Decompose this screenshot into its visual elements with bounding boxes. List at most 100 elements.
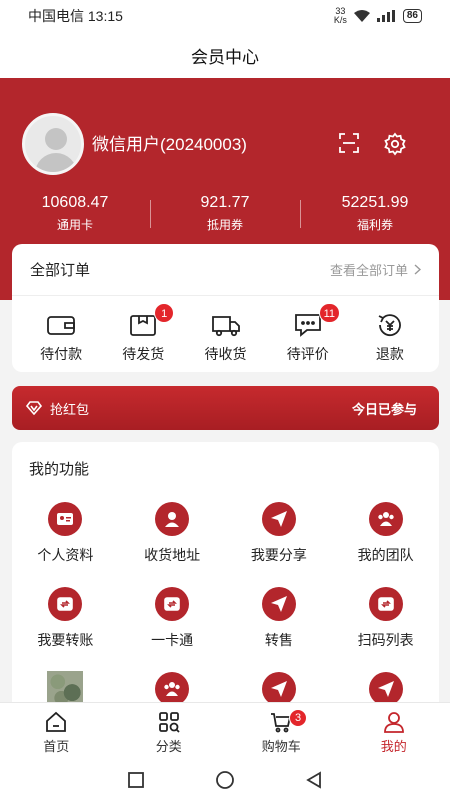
red-packet-label: 抢红包 [50, 401, 90, 417]
user-icon [383, 712, 404, 733]
tab-cart[interactable]: 3 购物车 [225, 703, 338, 760]
battery-icon: 86 [402, 9, 422, 23]
my-functions-card: 我的功能 个人资料 收货地址 我要分享 我的团队 我要转账 一卡通 转售 扫码列… [12, 442, 439, 712]
back-icon[interactable] [305, 771, 323, 789]
page-header: 会员中心 [0, 32, 450, 78]
order-pending-shipment[interactable]: 1 待发货 [102, 303, 184, 364]
function-label: 个人资料 [37, 547, 94, 563]
function-address[interactable]: 收货地址 [119, 502, 226, 565]
chevron-right-icon [414, 264, 421, 275]
scan-icon[interactable] [338, 132, 360, 154]
scan-list-icon [368, 587, 403, 621]
red-packet-status: 今日已参与 [351, 401, 417, 417]
view-all-label: 查看全部订单 [329, 263, 408, 278]
card-icon [155, 587, 190, 621]
function-label: 我的团队 [357, 547, 414, 563]
orders-title: 全部订单 [30, 262, 91, 279]
username: 微信用户(20240003) [92, 135, 247, 154]
view-all-orders-link[interactable]: 查看全部订单 [330, 260, 421, 279]
share-icon [368, 672, 403, 706]
tab-mine[interactable]: 我的 [338, 703, 450, 760]
wifi-icon [353, 10, 370, 22]
function-profile[interactable]: 个人资料 [12, 502, 119, 565]
function-label: 我要转账 [37, 632, 94, 648]
net-speed-unit: K/s [333, 15, 347, 25]
balance-label: 福利券 [356, 218, 393, 232]
function-team[interactable]: 我的团队 [332, 502, 439, 565]
recent-apps-icon[interactable] [127, 771, 145, 789]
diamond-icon [26, 401, 42, 415]
function-resell[interactable]: 转售 [226, 587, 333, 650]
balance-value: 921.77 [200, 194, 250, 211]
system-nav-bar [0, 760, 450, 800]
balance-label: 抵用券 [206, 218, 243, 232]
net-speed: 33 K/s [334, 7, 347, 25]
page-title: 会员中心 [191, 47, 259, 67]
transfer-icon [48, 587, 83, 621]
team-icon [155, 672, 190, 706]
order-pending-receipt[interactable]: 待收货 [184, 312, 266, 364]
function-label: 扫码列表 [357, 632, 414, 648]
carrier: 中国电信 [28, 8, 84, 24]
balance-value: 10608.47 [41, 194, 109, 211]
functions-title: 我的功能 [29, 461, 90, 478]
order-refund[interactable]: 退款 [349, 312, 431, 364]
order-status-label: 待发货 [122, 346, 165, 362]
function-label: 转售 [264, 632, 293, 648]
share-icon [261, 502, 296, 536]
function-label: 收货地址 [144, 547, 201, 563]
order-status-label: 待付款 [40, 346, 83, 362]
order-pending-payment[interactable]: 待付款 [20, 312, 102, 364]
function-label: 一卡通 [151, 632, 194, 648]
balance-label: 通用卡 [56, 218, 93, 232]
resell-icon [261, 587, 296, 621]
home-circle-icon[interactable] [215, 770, 235, 790]
pending-review-badge: 11 [318, 303, 341, 323]
function-scan-list[interactable]: 扫码列表 [332, 587, 439, 650]
balance-welfare-coupon[interactable]: 52251.99 福利券 [300, 194, 450, 233]
gear-icon[interactable] [383, 132, 407, 156]
balance-voucher[interactable]: 921.77 抵用券 [150, 194, 300, 233]
comment-icon [294, 314, 321, 337]
function-share[interactable]: 我要分享 [226, 502, 333, 565]
balance-value: 52251.99 [341, 194, 409, 211]
home-icon [46, 711, 67, 732]
signal-icon [376, 10, 395, 22]
address-icon [155, 502, 190, 536]
red-packet-banner[interactable]: 抢红包 今日已参与 [12, 386, 439, 430]
category-icon [158, 712, 180, 733]
clock: 13:15 [87, 8, 123, 24]
function-transfer[interactable]: 我要转账 [12, 587, 119, 650]
profile-card-icon [48, 502, 83, 536]
cart-badge: 3 [289, 709, 307, 727]
status-left: 中国电信 13:15 [28, 6, 123, 26]
function-label: 我要分享 [250, 547, 307, 563]
balance-general-card[interactable]: 10608.47 通用卡 [0, 194, 150, 233]
tab-label: 分类 [155, 739, 182, 754]
avatar[interactable] [22, 113, 84, 175]
wallet-icon [47, 316, 75, 335]
team-icon [368, 502, 403, 536]
tab-label: 我的 [380, 739, 407, 754]
bottom-tab-bar: 首页 分类 3 购物车 我的 [0, 702, 450, 760]
refund-icon [378, 314, 401, 337]
orders-card: 全部订单 查看全部订单 待付款 1 待发货 待收货 11 待评价 退款 [12, 244, 439, 372]
status-right: 33 K/s 86 [334, 7, 422, 25]
tab-label: 购物车 [261, 739, 301, 754]
avatar-head-shape [45, 128, 67, 150]
tab-label: 首页 [43, 739, 70, 754]
tab-category[interactable]: 分类 [113, 703, 226, 760]
functions-grid: 个人资料 收货地址 我要分享 我的团队 我要转账 一卡通 转售 扫码列表 [12, 502, 439, 707]
truck-icon [211, 316, 240, 337]
order-pending-review[interactable]: 11 待评价 [267, 303, 349, 364]
order-status-label: 待收货 [204, 346, 247, 362]
pending-shipment-badge: 1 [154, 303, 175, 323]
order-status-label: 退款 [375, 346, 404, 362]
order-status-row: 待付款 1 待发货 待收货 11 待评价 退款 [12, 296, 439, 364]
function-one-card[interactable]: 一卡通 [119, 587, 226, 650]
orders-header: 全部订单 查看全部订单 [12, 244, 439, 296]
red-packet-left: 抢红包 [26, 399, 89, 418]
avatar-body-shape [35, 153, 77, 172]
status-bar: 中国电信 13:15 33 K/s 86 [0, 0, 450, 32]
tab-home[interactable]: 首页 [0, 703, 113, 760]
